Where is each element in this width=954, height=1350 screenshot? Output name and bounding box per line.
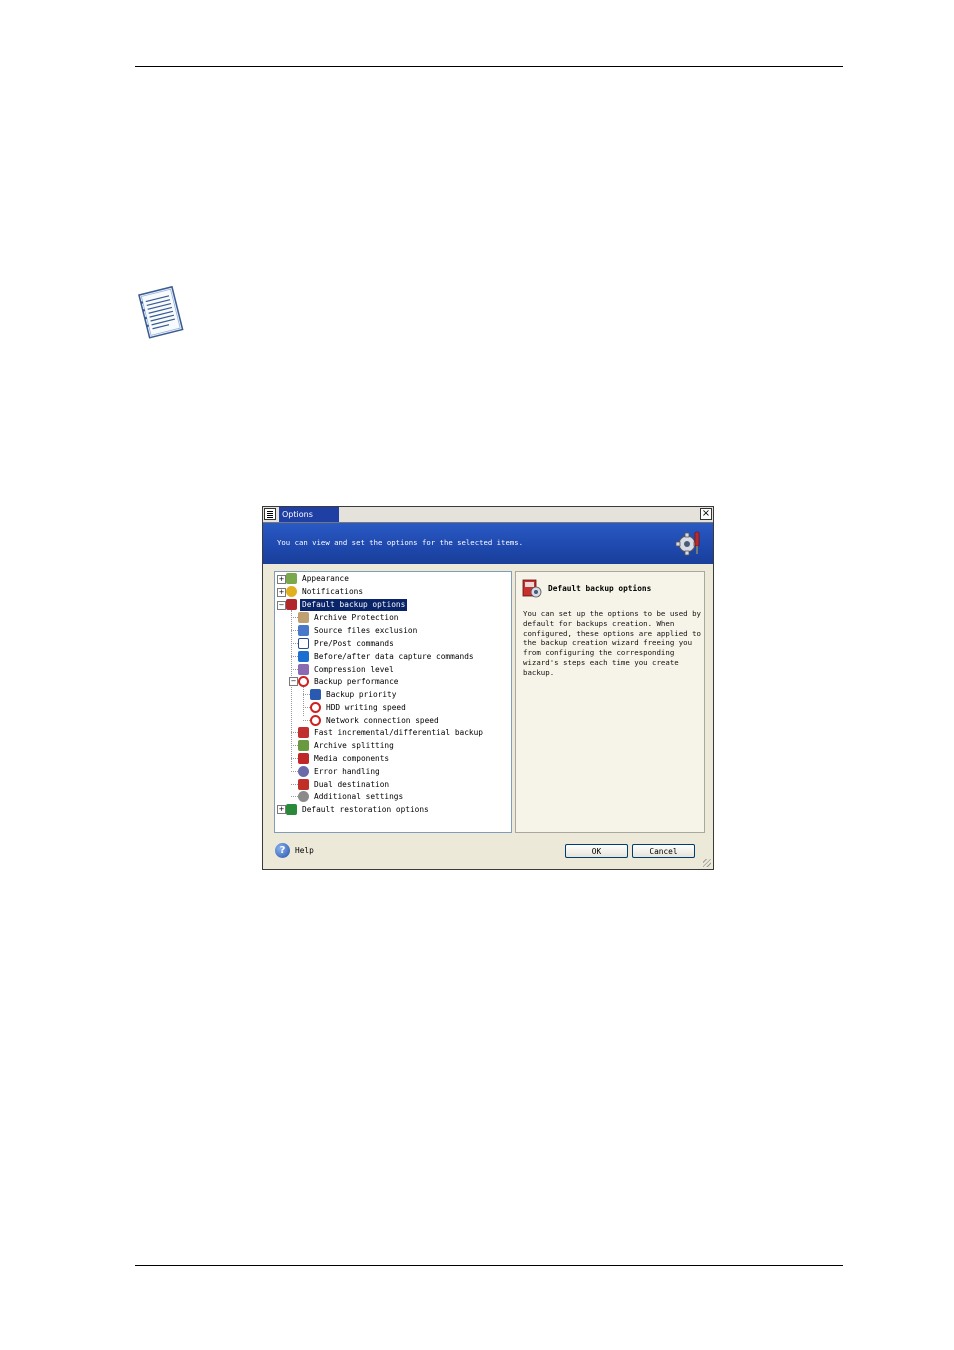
tree-item-label: Appearance [302,574,349,583]
tree-item-label: Archive Protection [314,613,399,622]
note-icon [138,285,184,339]
title-bar[interactable]: Options × [263,507,713,523]
window-menu-icon[interactable] [264,508,276,520]
archive-protection-icon [298,612,309,623]
data-capture-commands-icon [298,651,309,662]
compression-level-icon [298,664,309,675]
resize-grip-icon[interactable] [703,859,711,867]
tree-item-label: Additional settings [314,792,404,801]
tree-item-label: Error handling [314,767,380,776]
description-text: You can set up the options to be used by… [523,609,701,677]
pre-post-commands-icon [298,638,309,649]
footer-rule [135,1265,843,1266]
media-components-icon [298,753,309,764]
help-button[interactable]: ? Help [275,842,335,860]
restoration-options-icon [286,804,297,815]
hdd-writing-speed-icon [310,702,321,713]
collapse-backup-performance-icon[interactable]: − [289,677,298,686]
tree-item-label: Media components [314,754,390,763]
options-dialog: Options × You can view and set the optio… [262,506,714,870]
description-title: Default backup options [548,584,652,593]
window-title: Options [279,507,339,522]
backup-performance-icon [298,676,309,687]
ok-button[interactable]: OK [565,844,628,858]
fast-incremental-icon [298,727,309,738]
source-files-exclusion-icon [298,625,309,636]
expand-appearance-icon[interactable]: + [277,575,286,584]
description-pane: Default backup options You can set up th… [515,571,705,833]
tree-item-label: Fast incremental/differential backup [314,728,483,737]
expand-restoration-options-icon[interactable]: + [277,805,286,814]
tree-item-label: Archive splitting [314,741,394,750]
tree-item-label: Default restoration options [302,805,429,814]
tree-item-label: Pre/Post commands [314,639,394,648]
help-icon: ? [275,843,290,858]
backup-priority-icon [310,689,321,700]
error-handling-icon [298,766,309,777]
help-label: Help [295,846,314,855]
tree-item-label: Default backup options [300,599,408,611]
gear-icon [675,531,700,556]
tree-item-label: Backup priority [326,690,397,699]
tree-item-label: Dual destination [314,780,390,789]
options-tree[interactable]: + + − − + Appearance Notifications Defau… [274,571,512,833]
tree-item-label: HDD writing speed [326,703,406,712]
banner-text: You can view and set the options for the… [277,538,524,547]
dual-destination-icon [298,779,309,790]
tree-item-label: Network connection speed [326,716,439,725]
backup-options-icon [286,599,297,610]
tree-item-label: Compression level [314,665,394,674]
archive-splitting-icon [298,740,309,751]
dialog-banner: You can view and set the options for the… [263,523,713,564]
notifications-icon [286,586,297,597]
header-rule [135,66,843,67]
close-icon[interactable]: × [700,508,712,520]
collapse-backup-options-icon[interactable]: − [277,601,286,610]
additional-settings-icon [298,791,309,802]
network-connection-speed-icon [310,715,321,726]
tree-item-label: Backup performance [314,677,399,686]
appearance-icon [286,573,297,584]
tree-item-label: Before/after data capture commands [314,652,474,661]
backup-options-icon [522,579,542,598]
tree-item-label: Notifications [302,587,364,596]
tree-item-label: Source files exclusion [314,626,418,635]
expand-notifications-icon[interactable]: + [277,588,286,597]
cancel-button[interactable]: Cancel [632,844,695,858]
